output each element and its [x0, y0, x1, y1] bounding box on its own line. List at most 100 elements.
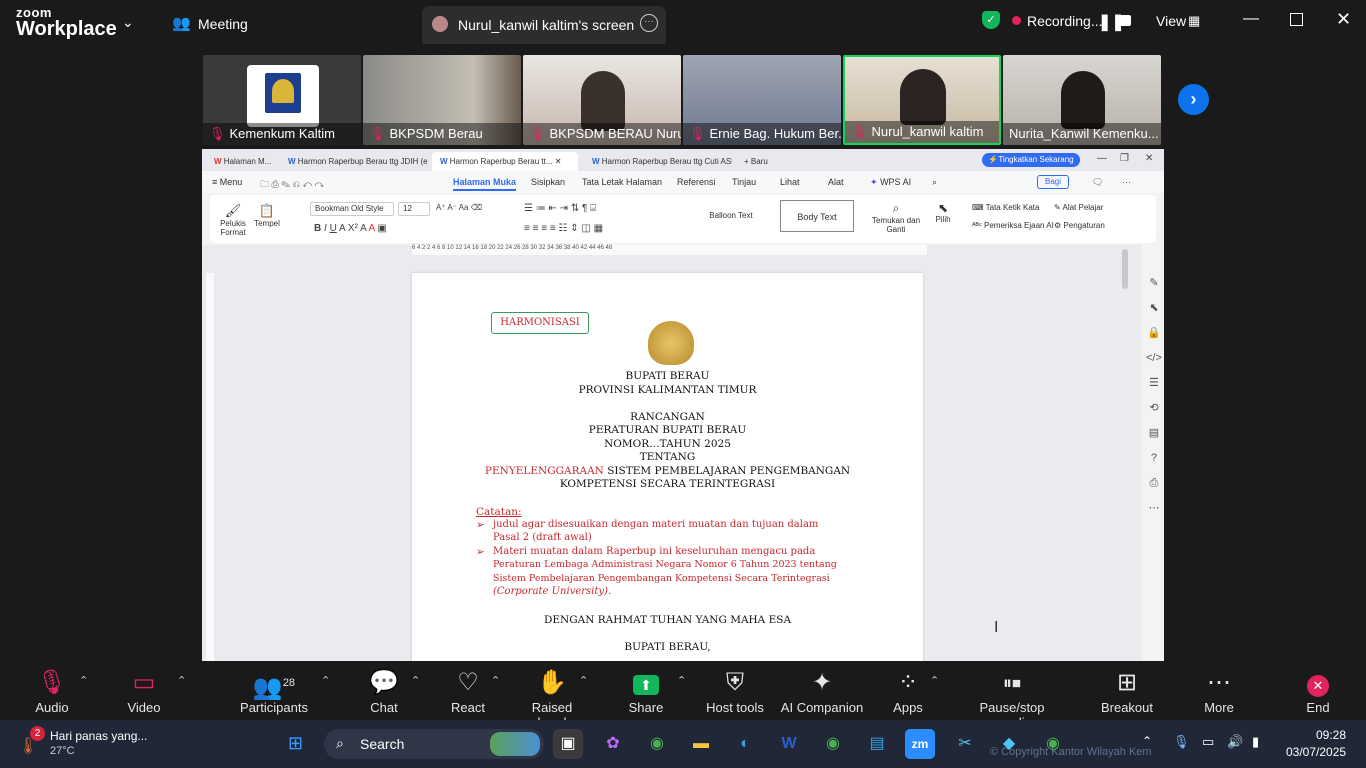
- chat-button[interactable]: 💬 Chat: [360, 662, 408, 720]
- more-icon[interactable]: ⋯: [1122, 177, 1131, 188]
- chevron-down-icon[interactable]: ⌄: [122, 14, 134, 31]
- tab-document[interactable]: W Harmon Raperbup Berau ttg JDIH (e...: [280, 152, 428, 171]
- font-size-select[interactable]: 12: [398, 202, 430, 216]
- menu-review[interactable]: Tinjau: [732, 177, 756, 187]
- format-painter-button[interactable]: 🖌 Pelukis Format: [218, 203, 248, 237]
- chrome-icon[interactable]: ◉: [642, 729, 672, 759]
- side-tool-icons[interactable]: ✎ ⬉ 🔒 </> ☰ ⟲ ▤? ⎙ ⋯: [1146, 271, 1162, 521]
- view-button[interactable]: View: [1156, 13, 1186, 29]
- select-button[interactable]: ⬉ Pilih: [928, 201, 958, 224]
- menu-wps-ai[interactable]: ✦ WPS AI: [870, 177, 911, 188]
- volume-icon[interactable]: 🔊: [1227, 734, 1243, 750]
- tab-document[interactable]: W Harmon Raperbup Berau ttg Cuti ASI...: [584, 152, 732, 171]
- share-button[interactable]: Bagi: [1037, 175, 1069, 189]
- chevron-up-icon[interactable]: ⌃: [321, 674, 330, 687]
- tool-typing[interactable]: ⌨ Tata Ketik Kata: [972, 203, 1039, 212]
- paste-button[interactable]: 📋 Tempel: [252, 203, 282, 228]
- task-view-icon[interactable]: ▣: [553, 729, 583, 759]
- menu-tools[interactable]: Alat: [828, 177, 844, 187]
- menu-insert[interactable]: Sisipkan: [531, 177, 565, 187]
- grow-shrink-font-icons[interactable]: A⁺ A⁻ Aa ⌫: [436, 203, 482, 212]
- tool-spellcheck[interactable]: ᴬᴮᶜ Pemeriksa Ejaan AI: [972, 221, 1054, 230]
- participant-tile[interactable]: 🎙 BKPSDM Berau: [363, 55, 521, 145]
- chevron-up-icon[interactable]: ⌃: [930, 674, 939, 687]
- zoom-logo[interactable]: zoom Workplace: [16, 6, 117, 39]
- comment-icon[interactable]: 🗨: [1092, 177, 1103, 188]
- tab-document-active[interactable]: W Harmon Raperbup Berau tt... ✕: [432, 152, 578, 171]
- close-icon[interactable]: ✕: [1336, 9, 1351, 30]
- style-balloon-text[interactable]: Balloon Text: [700, 200, 762, 232]
- taskbar-search[interactable]: ⌕ Search: [324, 729, 544, 759]
- menu-view[interactable]: Lihat: [780, 177, 800, 187]
- menu-references[interactable]: Referensi: [677, 177, 716, 187]
- video-button[interactable]: ▭ Video: [116, 662, 172, 720]
- participant-tile[interactable]: 🎙 Ernie Bag. Hukum Ber...: [683, 55, 841, 145]
- breakout-rooms-button[interactable]: ⊞Breakout rooms: [1082, 662, 1172, 730]
- chrome-profile-icon[interactable]: ◉: [818, 729, 848, 759]
- participant-tile[interactable]: 🎙 Kemenkum Kaltim: [203, 55, 361, 145]
- apps-button[interactable]: ⁘ Apps: [888, 662, 928, 720]
- menu-home[interactable]: Halaman Muka: [453, 177, 517, 191]
- clock-date[interactable]: 03/07/2025: [1286, 745, 1346, 759]
- alignment-icons[interactable]: ≡ ≡ ≡ ≡ ☷ ⇕ ◫ ▦: [524, 223, 603, 234]
- restore-icon[interactable]: ❐: [1120, 153, 1129, 164]
- chevron-up-icon[interactable]: ⌃: [79, 674, 88, 687]
- battery-icon[interactable]: ▮: [1252, 734, 1259, 750]
- chevron-up-icon[interactable]: ⌃: [1142, 734, 1152, 748]
- pause-stop-recording-button[interactable]: ⏸⏹Pause/stop recording: [952, 662, 1072, 730]
- raise-hand-button[interactable]: ✋Raised hand: [518, 662, 586, 730]
- share-tab[interactable]: Nurul_kanwil kaltim's screen ···: [422, 6, 666, 44]
- text-format-icons[interactable]: B I U A X² A A ▣: [314, 223, 387, 234]
- chevron-up-icon[interactable]: ⌃: [677, 674, 686, 687]
- clock-time[interactable]: 09:28: [1316, 728, 1346, 742]
- document-page[interactable]: HARMONISASI BUPATI BERAU PROVINSI KALIMA…: [412, 273, 923, 661]
- paragraph-list-icons[interactable]: ☰ ≔ ⇤ ⇥ ⇅ ¶ ⌸: [524, 203, 596, 214]
- horizontal-ruler[interactable]: 6 4 2 2 4 6 8 10 12 14 16 18 20 22 24 26…: [412, 245, 927, 255]
- style-body-text[interactable]: Body Text: [780, 200, 854, 232]
- mic-icon[interactable]: 🎙: [1173, 734, 1190, 750]
- react-button[interactable]: ♡ React: [444, 662, 492, 720]
- next-page-button[interactable]: ›: [1178, 84, 1209, 115]
- snipping-tool-icon[interactable]: ✂: [950, 729, 980, 759]
- chevron-up-icon[interactable]: ⌃: [491, 674, 500, 687]
- quick-access-icons[interactable]: 🗀 ⎙ ✎ ⎌ ↶ ↷: [260, 177, 324, 193]
- edge-icon[interactable]: ◐: [730, 729, 760, 759]
- file-explorer-icon[interactable]: ▬: [686, 729, 716, 759]
- chevron-up-icon[interactable]: ⌃: [177, 674, 186, 687]
- more-icon[interactable]: ···: [640, 14, 658, 32]
- close-icon[interactable]: ✕: [1145, 153, 1153, 164]
- upgrade-button[interactable]: ⚡Tingkatkan Sekarang: [982, 153, 1080, 167]
- restore-icon[interactable]: [1290, 13, 1303, 26]
- font-family-select[interactable]: Bookman Old Style: [310, 202, 394, 216]
- stop-icon[interactable]: [1120, 15, 1131, 26]
- ai-companion-button[interactable]: ✦ AI Companion: [780, 662, 864, 720]
- windows-start-icon[interactable]: ⊞: [288, 733, 303, 754]
- menu-layout[interactable]: Tata Letak Halaman: [582, 177, 662, 187]
- host-tools-button[interactable]: ⛨ Host tools: [704, 662, 766, 720]
- participant-tile[interactable]: Nurita_Kanwil Kemenku...: [1003, 55, 1161, 145]
- audio-button[interactable]: 🎙 Audio: [24, 662, 80, 720]
- minimize-icon[interactable]: —: [1097, 153, 1107, 164]
- chevron-up-icon[interactable]: ⌃: [411, 674, 420, 687]
- zoom-app-icon[interactable]: zm: [905, 729, 935, 759]
- minimize-icon[interactable]: —: [1243, 10, 1259, 28]
- scrollbar-thumb[interactable]: [1122, 249, 1128, 289]
- weather-widget[interactable]: 🌡 2 Hari panas yang... 27°C: [14, 726, 154, 762]
- copilot-icon[interactable]: ✿: [598, 729, 628, 759]
- word-icon[interactable]: W: [774, 729, 804, 759]
- find-replace-button[interactable]: ⌕ Temukan dan Ganti: [870, 201, 922, 234]
- participant-tile-active[interactable]: 🎙 Nurul_kanwil kaltim: [843, 55, 1001, 145]
- new-tab-button[interactable]: + Baru: [736, 152, 786, 171]
- meeting-label[interactable]: Meeting: [198, 16, 248, 32]
- menu-button[interactable]: ≡ Menu: [212, 177, 242, 187]
- tool-settings[interactable]: ⚙ Pengaturan: [1054, 221, 1105, 230]
- participants-button[interactable]: 👥28 Participants: [234, 662, 314, 720]
- more-button[interactable]: ⋯ More: [1196, 662, 1242, 720]
- tab-home[interactable]: W Halaman M...: [206, 152, 274, 171]
- vertical-ruler[interactable]: [206, 273, 214, 661]
- participant-tile[interactable]: 🎙 BKPSDM BERAU Nuru...: [523, 55, 681, 145]
- tool-learner[interactable]: ✎ Alat Pelajar: [1054, 203, 1103, 212]
- share-button[interactable]: ⬆ Share: [622, 662, 670, 720]
- search-icon[interactable]: ⌕: [932, 177, 937, 188]
- chevron-up-icon[interactable]: ⌃: [579, 674, 588, 687]
